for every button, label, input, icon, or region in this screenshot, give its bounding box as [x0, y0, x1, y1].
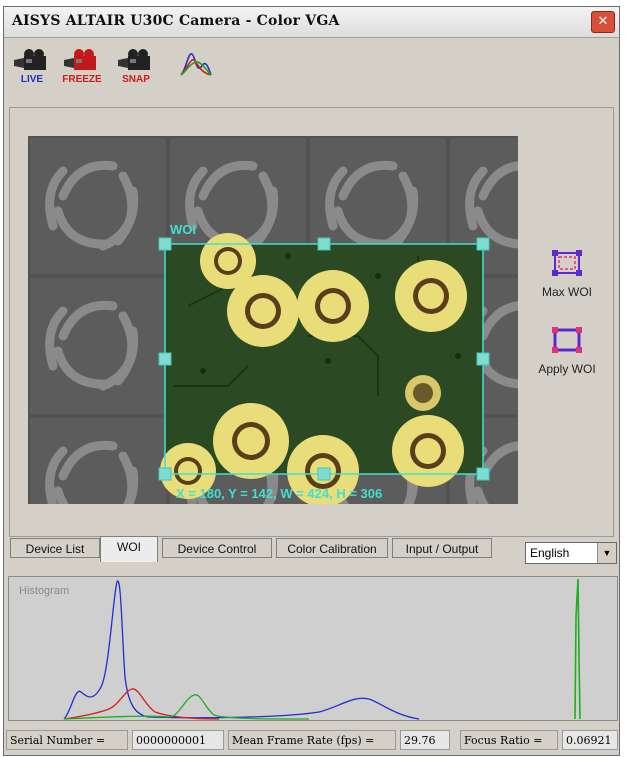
language-select[interactable]: English ▼	[525, 542, 617, 564]
title-bar: AISYS ALTAIR U30C Camera - Color VGA ✕	[4, 7, 619, 38]
close-button[interactable]: ✕	[591, 11, 615, 33]
tab-woi[interactable]: WOI	[100, 536, 158, 562]
histogram-button[interactable]	[176, 48, 216, 88]
woi-handle	[158, 467, 172, 481]
camera-image: WOI X = 180, Y = 142, W = 424, H = 306	[28, 136, 518, 504]
woi-readout: X = 180, Y = 142, W = 424, H = 306	[176, 486, 382, 501]
fps-value: 29.76	[400, 730, 450, 750]
woi-handle	[476, 352, 490, 366]
video-camera-icon	[14, 49, 46, 70]
histogram-green-series	[63, 694, 310, 720]
woi-button-group: Max WOI Apply WOI	[532, 247, 602, 401]
woi-handle	[158, 237, 172, 251]
freeze-button[interactable]: FREEZE	[62, 48, 102, 88]
serial-label: Serial Number =	[6, 730, 128, 750]
toolbar: LIVE FREEZE SNAP	[4, 38, 619, 104]
video-camera-icon	[118, 49, 150, 70]
woi-handle	[158, 352, 172, 366]
max-woi-label: Max WOI	[542, 285, 592, 299]
histogram-green-spike	[574, 578, 581, 720]
status-bar: Serial Number = 0000000001 Mean Frame Ra…	[6, 730, 618, 752]
max-woi-icon	[552, 250, 582, 276]
apply-woi-button[interactable]: Apply WOI	[532, 324, 602, 376]
window-title: AISYS ALTAIR U30C Camera - Color VGA	[12, 13, 340, 29]
serial-value: 0000000001	[132, 730, 224, 750]
woi-handle	[476, 467, 490, 481]
apply-woi-icon	[552, 327, 582, 353]
max-woi-button[interactable]: Max WOI	[532, 247, 602, 299]
camera-view[interactable]: WOI X = 180, Y = 142, W = 424, H = 306	[28, 136, 518, 504]
tab-bar: Device List WOI Device Control Color Cal…	[10, 536, 610, 562]
woi-handle	[317, 467, 331, 481]
chevron-down-icon[interactable]: ▼	[597, 543, 616, 563]
live-label: LIVE	[20, 74, 44, 85]
tab-device-control[interactable]: Device Control	[162, 538, 272, 558]
woi-handle	[476, 237, 490, 251]
snap-button[interactable]: SNAP	[116, 48, 156, 88]
histogram-plot	[63, 578, 581, 720]
freeze-label: FREEZE	[62, 74, 102, 85]
fps-label: Mean Frame Rate (fps) =	[228, 730, 396, 750]
tab-color-calibration[interactable]: Color Calibration	[276, 538, 388, 558]
focus-value: 0.06921	[562, 730, 618, 750]
woi-panel: WOI X = 180, Y = 142, W = 424, H = 306	[9, 107, 614, 537]
snap-label: SNAP	[122, 74, 150, 85]
tab-device-list[interactable]: Device List	[10, 538, 100, 558]
live-button[interactable]: LIVE	[12, 48, 52, 88]
histogram-icon	[180, 53, 212, 76]
histogram-panel: Histogram	[8, 576, 618, 721]
language-value: English	[530, 546, 570, 560]
woi-label: WOI	[170, 222, 196, 237]
tab-input-output[interactable]: Input / Output	[392, 538, 492, 558]
woi-handle	[317, 237, 331, 251]
focus-label: Focus Ratio =	[460, 730, 558, 750]
histogram-blue-series	[63, 580, 420, 720]
video-camera-icon	[64, 49, 96, 70]
apply-woi-label: Apply WOI	[538, 362, 596, 376]
